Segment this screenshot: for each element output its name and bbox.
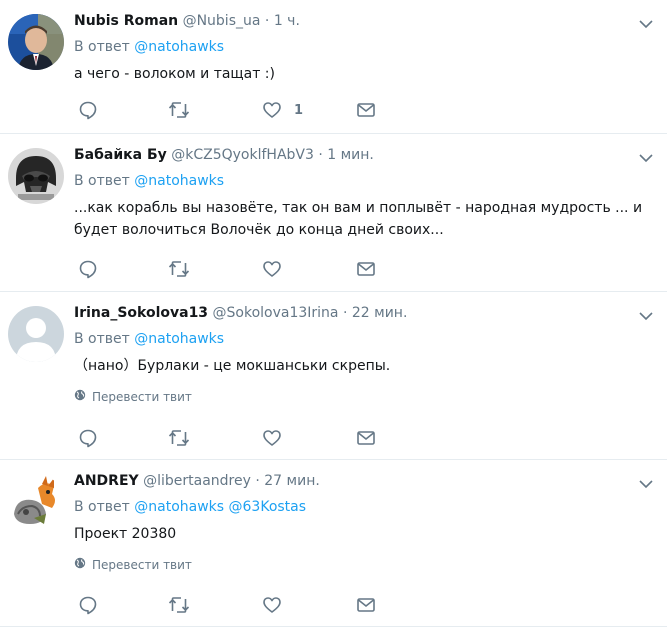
reply-button[interactable] [78,594,98,616]
retweet-icon [168,595,190,615]
globe-icon [74,389,92,405]
retweet-button[interactable] [168,594,190,616]
separator: · [342,305,348,321]
reply-mention[interactable]: @63Kostas [229,499,307,515]
tweet-actions [74,427,404,449]
tweet[interactable]: Бабайка Бу @kCZ5QyoklfHAbV3 · 1 мин. В о… [0,134,667,292]
tweet[interactable]: ANDREY @libertaandrey · 27 мин. В ответ … [0,460,667,627]
chevron-down-icon[interactable] [639,15,653,29]
tweet-time[interactable]: 1 мин. [327,147,374,163]
envelope-icon [356,100,376,120]
reply-mention[interactable]: @natohawks [134,331,224,347]
reply-icon [78,100,98,120]
reply-mention[interactable]: @natohawks [134,173,224,189]
translate-label: Перевести твит [92,558,192,572]
reply-mention[interactable]: @natohawks [134,39,224,55]
heart-icon [262,595,282,615]
heart-icon [262,259,282,279]
author-name[interactable]: Бабайка Бу [74,147,167,163]
tweet-actions: 1 [74,99,404,121]
reply-button[interactable] [78,427,98,449]
reply-prefix: В ответ [74,499,130,515]
retweet-button[interactable] [168,99,190,121]
reply-icon [78,428,98,448]
tweet-text: ...как корабль вы назовёте, так он вам и… [74,200,643,238]
envelope-icon [356,595,376,615]
translate-link[interactable]: Перевести твит [74,557,653,573]
like-count: 1 [294,102,304,118]
separator: · [255,473,260,489]
avatar[interactable] [8,474,64,530]
author-handle[interactable]: @kCZ5QyoklfHAbV3 [171,147,314,163]
heart-icon [262,428,282,448]
retweet-icon [168,100,190,120]
separator: · [264,13,270,29]
reply-prefix: В ответ [74,173,130,189]
author-handle[interactable]: @Sokolova13Irina [213,305,339,321]
tweet-text: Проект 20380 [74,526,177,542]
direct-message-button[interactable] [356,594,376,616]
chevron-down-icon[interactable] [639,149,653,163]
reply-icon [78,259,98,279]
tweet-text: а чего - волоком и тащат :) [74,66,275,82]
author-name[interactable]: Irina_Sokolova13 [74,305,208,321]
separator: · [318,147,323,163]
retweet-icon [168,428,190,448]
tweet-time[interactable]: 22 мин. [352,305,408,321]
author-handle[interactable]: @Nubis_ua [183,13,261,29]
reply-button[interactable] [78,258,98,280]
tweet[interactable]: Nubis Roman @Nubis_ua · 1 ч. В ответ @na… [0,0,667,134]
tweet-actions [74,258,404,280]
direct-message-button[interactable] [356,99,376,121]
tweet-actions [74,594,404,616]
heart-icon [262,100,282,120]
reply-context: В ответ @natohawks [74,171,653,191]
retweet-button[interactable] [168,427,190,449]
author-name[interactable]: ANDREY [74,473,139,489]
like-button[interactable] [262,427,282,449]
reply-mention[interactable]: @natohawks [134,499,224,515]
envelope-icon [356,428,376,448]
tweet-text: （нано）Бурлаки - це мокшанськи скрепы. [74,358,391,374]
translate-link[interactable]: Перевести твит [74,389,653,405]
retweet-button[interactable] [168,258,190,280]
direct-message-button[interactable] [356,258,376,280]
author-name[interactable]: Nubis Roman [74,13,178,29]
chevron-down-icon[interactable] [639,307,653,321]
avatar[interactable] [8,148,64,204]
like-button[interactable] [262,594,282,616]
reply-context: В ответ @natohawks [74,329,653,349]
like-button[interactable]: 1 [262,99,303,121]
author-handle[interactable]: @libertaandrey [143,473,251,489]
reply-prefix: В ответ [74,331,130,347]
chevron-down-icon[interactable] [639,475,653,489]
avatar[interactable] [8,306,64,362]
direct-message-button[interactable] [356,427,376,449]
retweet-icon [168,259,190,279]
globe-icon [74,557,92,573]
reply-context: В ответ @natohawks [74,37,653,57]
tweet-time[interactable]: 1 ч. [274,13,300,29]
translate-label: Перевести твит [92,390,192,404]
avatar[interactable] [8,14,64,70]
reply-context: В ответ @natohawks @63Kostas [74,497,653,517]
tweet[interactable]: Irina_Sokolova13 @Sokolova13Irina · 22 м… [0,292,667,460]
reply-icon [78,595,98,615]
like-button[interactable] [262,258,282,280]
reply-prefix: В ответ [74,39,130,55]
envelope-icon [356,259,376,279]
tweet-time[interactable]: 27 мин. [264,473,320,489]
reply-button[interactable] [78,99,98,121]
